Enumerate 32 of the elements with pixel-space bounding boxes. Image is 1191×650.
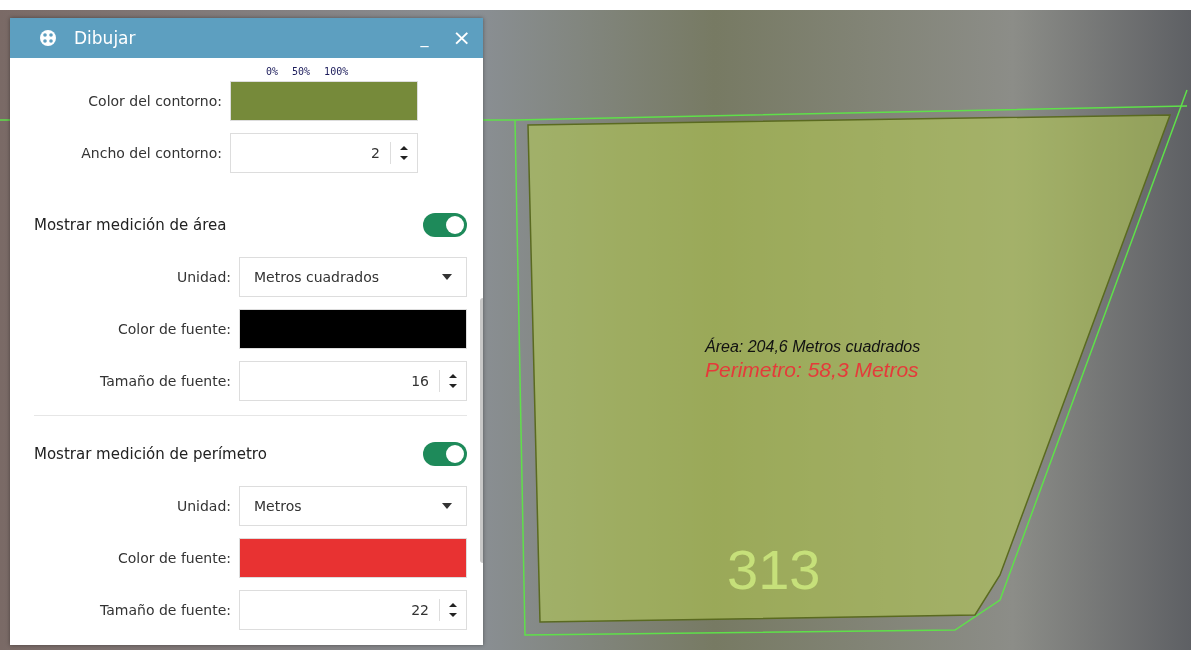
- opacity-scale-label: 50%: [292, 66, 311, 77]
- toggle-switch[interactable]: [423, 442, 467, 466]
- field-label: Color del contorno:: [87, 93, 222, 109]
- opacity-scale-label: 100%: [324, 66, 349, 77]
- field-label: Color de fuente:: [116, 550, 231, 566]
- color-swatch[interactable]: [239, 538, 467, 578]
- area-measurement-label: Área: 204,6 Metros cuadrados: [705, 338, 921, 356]
- field-label: Ancho del contorno:: [80, 145, 222, 161]
- opacity-scale-label: 0%: [266, 66, 279, 77]
- spinner-arrows-icon: [399, 143, 409, 163]
- number-spinner-field[interactable]: 16: [239, 361, 467, 401]
- field-label: Tamaño de fuente:: [99, 373, 231, 389]
- field-label: Unidad:: [175, 269, 231, 285]
- unit-dropdown[interactable]: Metros: [239, 486, 467, 526]
- palette-icon: [38, 28, 58, 48]
- spinner-arrows-icon: [448, 600, 458, 620]
- panel-title: Dibujar: [74, 28, 137, 48]
- field-label: Unidad:: [175, 498, 231, 514]
- color-swatch[interactable]: [230, 81, 418, 121]
- toggle-switch[interactable]: [423, 213, 467, 237]
- field-label: Color de fuente:: [116, 321, 231, 337]
- number-spinner-field[interactable]: 2: [230, 133, 418, 173]
- color-swatch[interactable]: [239, 309, 467, 349]
- section-title: Mostrar medición de perímetro: [34, 445, 267, 463]
- section-title: Mostrar medición de área: [34, 216, 227, 234]
- caret-icon: [442, 503, 452, 509]
- spinner-arrows-icon: [448, 371, 458, 391]
- unit-dropdown[interactable]: Metros cuadrados: [239, 257, 467, 297]
- perimeter-measurement-label: Perimetro: 58,3 Metros: [705, 358, 919, 382]
- caret-icon: [442, 274, 452, 280]
- field-label: Tamaño de fuente:: [99, 602, 231, 618]
- number-spinner-field[interactable]: 22: [239, 590, 467, 630]
